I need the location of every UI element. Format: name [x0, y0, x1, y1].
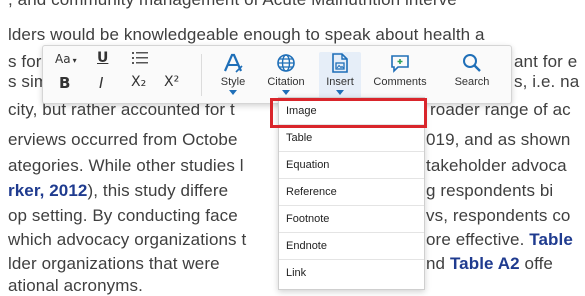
menu-item-reference[interactable]: Reference: [279, 179, 424, 206]
text-line: op setting. By conducting face: [8, 206, 238, 225]
text-line: s for: [8, 52, 42, 71]
citation-link[interactable]: rker, 2012: [8, 181, 87, 200]
insert-button[interactable]: Insert: [319, 52, 361, 100]
chevron-down-icon: [282, 90, 290, 95]
text-fragment: ), this study differe: [87, 181, 229, 200]
citation-button[interactable]: Citation: [260, 52, 312, 100]
chevron-down-icon: [229, 90, 237, 95]
menu-item-link[interactable]: Link: [279, 260, 424, 287]
comments-label: Comments: [373, 76, 427, 88]
text-fragment: nd Table A2 offe: [426, 254, 553, 274]
text-fragment: ore effective. Table: [426, 230, 573, 250]
menu-item-table[interactable]: Table: [279, 125, 424, 152]
insert-label: Insert: [326, 76, 354, 88]
comment-icon: [367, 52, 433, 74]
style-icon: [213, 52, 253, 74]
search-button[interactable]: Search: [447, 52, 497, 100]
text-line: ational acronyms.: [8, 276, 143, 295]
menu-item-footnote[interactable]: Footnote: [279, 206, 424, 233]
style-label: Style: [220, 76, 246, 88]
text-line: lder organizations that were: [8, 254, 220, 273]
bold-button[interactable]: B: [59, 74, 70, 92]
text-fragment: takeholder advoca: [426, 156, 567, 175]
text-fragment: ore effective.: [426, 230, 525, 249]
floating-toolbar: Aa ▾ U B I X₂ X² Style Citation Insert C…: [42, 45, 512, 104]
text-line: rker, 2012), this study differe: [8, 181, 228, 201]
italic-button[interactable]: I: [99, 74, 103, 92]
text-line: erviews occurred from Octobe: [8, 130, 238, 149]
style-button[interactable]: Style: [213, 52, 253, 100]
table-a2-link[interactable]: Table A2: [450, 254, 520, 273]
table-link[interactable]: Table: [529, 230, 573, 249]
font-size-label: Aa: [55, 52, 71, 66]
text-line: lders would be knowledgeable enough to s…: [8, 25, 485, 44]
comments-button[interactable]: Comments: [367, 52, 433, 100]
text-fragment: 019, and as shown: [426, 130, 571, 149]
text-line: , and community management of Acute Maln…: [8, 0, 457, 10]
subscript-button[interactable]: X₂: [131, 74, 146, 90]
text-fragment: g respondents bi: [426, 181, 554, 200]
superscript-button[interactable]: X²: [164, 74, 179, 90]
text-line: which advocacy organizations t: [8, 230, 247, 249]
list-icon[interactable]: [131, 49, 149, 70]
search-label: Search: [454, 76, 490, 88]
menu-item-endnote[interactable]: Endnote: [279, 233, 424, 260]
underline-button[interactable]: U: [97, 50, 108, 66]
text-line: ategories. While other studies l: [8, 156, 244, 175]
insert-image-icon: [319, 52, 361, 74]
globe-icon: [260, 52, 312, 74]
text-fragment: s, i.e. na: [514, 72, 580, 91]
text-fragment: offe: [524, 254, 553, 273]
text-fragment: vs, respondents co: [426, 206, 571, 225]
menu-item-equation[interactable]: Equation: [279, 152, 424, 179]
text-fragment: nd: [426, 254, 446, 273]
divider: [201, 54, 202, 96]
citation-label: Citation: [267, 76, 305, 88]
search-icon: [447, 52, 497, 74]
highlight-box: [270, 98, 427, 128]
chevron-down-icon: [336, 90, 344, 95]
chevron-down-icon: ▾: [72, 56, 77, 65]
text-fragment: ant for e: [514, 52, 578, 71]
font-size-button[interactable]: Aa ▾: [55, 52, 77, 66]
